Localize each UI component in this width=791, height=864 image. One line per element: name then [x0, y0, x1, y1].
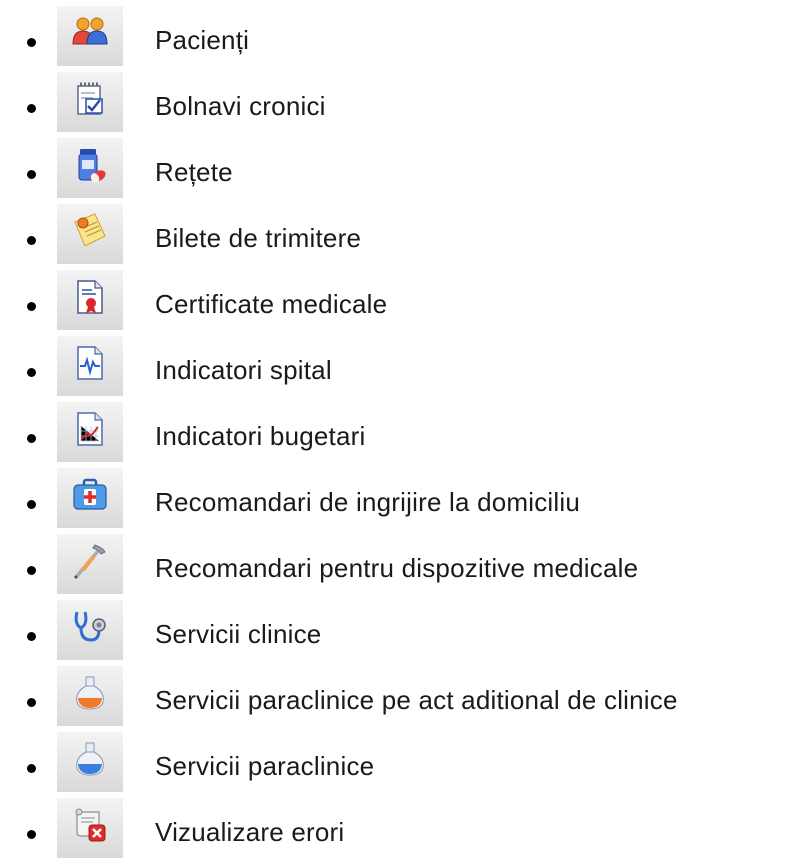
bullet: [27, 764, 36, 773]
menu-item-label: Indicatori spital: [155, 355, 332, 385]
stethoscope-icon[interactable]: [57, 600, 123, 660]
menu-item-servicii-paraclinice[interactable]: Servicii paraclinice: [0, 728, 791, 794]
menu-item-vizualizare-erori[interactable]: Vizualizare erori: [0, 794, 791, 860]
menu-item-servicii-clinice[interactable]: Servicii clinice: [0, 596, 791, 662]
chronic-patients-icon[interactable]: [57, 72, 123, 132]
menu-item-label: Recomandari pentru dispozitive medicale: [155, 553, 639, 583]
menu-item-certificate-medicale[interactable]: Certificate medicale: [0, 266, 791, 332]
flask-orange-icon[interactable]: [57, 666, 123, 726]
bullet: [27, 170, 36, 179]
bullet: [27, 500, 36, 509]
menu-list: Pacienți Bolnavi cronici Rețete Bilete d…: [0, 0, 791, 864]
bullet: [27, 368, 36, 377]
menu-item-bilete-de-trimitere[interactable]: Bilete de trimitere: [0, 200, 791, 266]
menu-item-label: Servicii paraclinice: [155, 751, 375, 781]
bullet: [27, 104, 36, 113]
budget-indicators-icon[interactable]: [57, 402, 123, 462]
menu-item-indicatori-spital[interactable]: Indicatori spital: [0, 332, 791, 398]
menu-item-label: Bilete de trimitere: [155, 223, 362, 253]
bullet: [27, 632, 36, 641]
patients-icon[interactable]: [57, 6, 123, 66]
medical-certificate-icon[interactable]: [57, 270, 123, 330]
menu-item-label: Indicatori bugetari: [155, 421, 366, 451]
home-care-icon[interactable]: [57, 468, 123, 528]
hospital-indicators-icon[interactable]: [57, 336, 123, 396]
bullet: [27, 566, 36, 575]
menu-item-label: Bolnavi cronici: [155, 91, 326, 121]
menu-item-label: Pacienți: [155, 25, 250, 55]
referral-ticket-icon[interactable]: [57, 204, 123, 264]
bullet: [27, 236, 36, 245]
bullet: [27, 434, 36, 443]
menu-item-label: Recomandari de ingrijire la domiciliu: [155, 487, 581, 517]
menu-item-recomandari-ingrijire-domiciliu[interactable]: Recomandari de ingrijire la domiciliu: [0, 464, 791, 530]
bullet: [27, 38, 36, 47]
bullet: [27, 698, 36, 707]
menu-item-servicii-paraclinice-act-aditional[interactable]: Servicii paraclinice pe act aditional de…: [0, 662, 791, 728]
menu-item-label: Rețete: [155, 157, 233, 187]
menu-item-recomandari-dispozitive-medicale[interactable]: Recomandari pentru dispozitive medicale: [0, 530, 791, 596]
crutch-icon[interactable]: [57, 534, 123, 594]
menu-item-label: Vizualizare erori: [155, 817, 345, 847]
menu-item-label: Servicii paraclinice pe act aditional de…: [155, 685, 678, 715]
menu-item-indicatori-bugetari[interactable]: Indicatori bugetari: [0, 398, 791, 464]
menu-item-label: Certificate medicale: [155, 289, 388, 319]
menu-item-bolnavi-cronici[interactable]: Bolnavi cronici: [0, 68, 791, 134]
error-scroll-icon[interactable]: [57, 798, 123, 858]
prescription-icon[interactable]: [57, 138, 123, 198]
bullet: [27, 302, 36, 311]
menu-item-pacienti[interactable]: Pacienți: [0, 2, 791, 68]
menu-item-retete[interactable]: Rețete: [0, 134, 791, 200]
menu-item-label: Servicii clinice: [155, 619, 322, 649]
bullet: [27, 830, 36, 839]
flask-blue-icon[interactable]: [57, 732, 123, 792]
